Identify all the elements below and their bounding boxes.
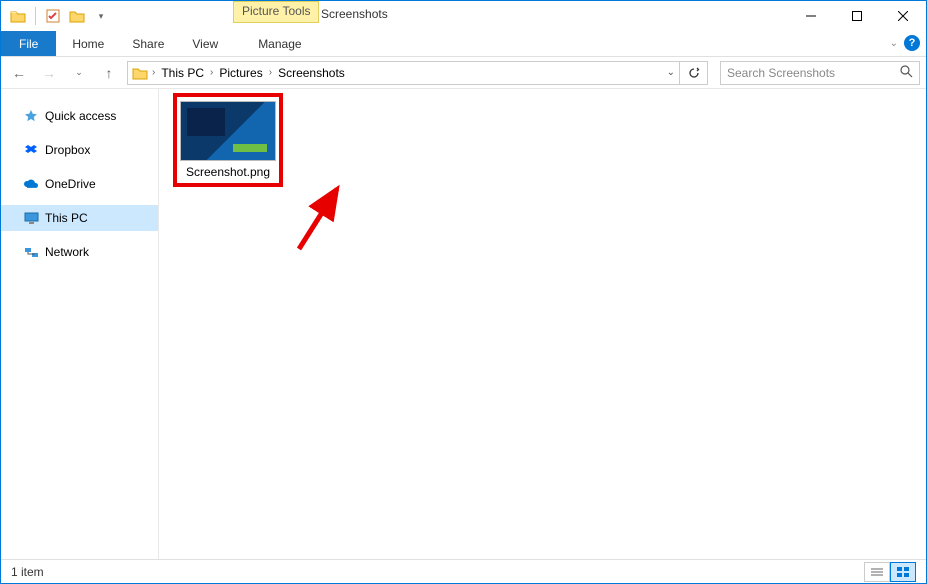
nav-dropbox[interactable]: Dropbox [1, 137, 158, 163]
details-view-button[interactable] [864, 562, 890, 582]
ribbon-collapse-icon[interactable]: ⌄ [890, 38, 898, 49]
nav-label: OneDrive [45, 177, 96, 191]
item-count: 1 item [11, 565, 44, 579]
context-tools-label: Picture Tools [233, 1, 319, 23]
search-placeholder: Search Screenshots [727, 66, 835, 80]
quick-access-toolbar: ▾ [1, 5, 112, 27]
chevron-right-icon[interactable]: › [210, 67, 213, 78]
tab-share[interactable]: Share [118, 31, 178, 56]
properties-icon[interactable] [42, 5, 64, 27]
nav-onedrive[interactable]: OneDrive [1, 171, 158, 197]
breadcrumb-item[interactable]: Pictures [217, 66, 264, 80]
file-name: Screenshot.png [186, 165, 270, 179]
address-row: ← → ⌄ ↑ › This PC › Pictures › Screensho… [1, 57, 926, 89]
chevron-right-icon[interactable]: › [152, 67, 155, 78]
address-bar[interactable]: › This PC › Pictures › Screenshots ⌄ [127, 61, 680, 85]
nav-label: This PC [45, 211, 88, 225]
main-area: Quick access Dropbox OneDrive This PC Ne… [1, 89, 926, 559]
star-icon [23, 108, 39, 124]
file-thumbnail [180, 101, 276, 161]
thumbnails-view-button[interactable] [890, 562, 916, 582]
onedrive-icon [23, 176, 39, 192]
breadcrumb-item[interactable]: This PC [159, 66, 206, 80]
network-icon [23, 244, 39, 260]
close-button[interactable] [880, 1, 926, 31]
title-bar: ▾ Picture Tools Screenshots [1, 1, 926, 31]
recent-locations-icon[interactable]: ⌄ [67, 61, 91, 85]
forward-button[interactable]: → [37, 61, 61, 85]
minimize-button[interactable] [788, 1, 834, 31]
dropbox-icon [23, 142, 39, 158]
nav-network[interactable]: Network [1, 239, 158, 265]
maximize-button[interactable] [834, 1, 880, 31]
new-folder-icon[interactable] [66, 5, 88, 27]
address-dropdown-icon[interactable]: ⌄ [667, 67, 675, 78]
breadcrumb-item[interactable]: Screenshots [276, 66, 347, 80]
annotation-arrow [289, 179, 349, 259]
tab-view[interactable]: View [178, 31, 232, 56]
status-bar: 1 item [1, 559, 926, 583]
tab-home[interactable]: Home [58, 31, 118, 56]
file-list[interactable]: Screenshot.png [159, 89, 926, 559]
computer-icon [23, 210, 39, 226]
chevron-right-icon[interactable]: › [269, 67, 272, 78]
file-item[interactable]: Screenshot.png [173, 93, 283, 187]
navigation-pane: Quick access Dropbox OneDrive This PC Ne… [1, 89, 159, 559]
search-input[interactable]: Search Screenshots [720, 61, 920, 85]
qat-dropdown-icon[interactable]: ▾ [90, 5, 112, 27]
folder-icon [7, 5, 29, 27]
file-tab[interactable]: File [1, 31, 56, 56]
refresh-button[interactable] [680, 61, 708, 85]
help-icon[interactable]: ? [904, 35, 920, 51]
window-title: Screenshots [321, 7, 388, 21]
up-button[interactable]: ↑ [97, 61, 121, 85]
ribbon-tabs: File Home Share View Manage ⌄ ? [1, 31, 926, 57]
nav-label: Quick access [45, 109, 116, 123]
nav-quick-access[interactable]: Quick access [1, 103, 158, 129]
folder-icon [132, 66, 148, 80]
window-controls [788, 1, 926, 31]
separator [35, 7, 36, 25]
nav-label: Network [45, 245, 89, 259]
tab-manage[interactable]: Manage [244, 31, 315, 56]
search-icon[interactable] [900, 65, 913, 81]
nav-label: Dropbox [45, 143, 90, 157]
back-button[interactable]: ← [7, 61, 31, 85]
nav-this-pc[interactable]: This PC [1, 205, 158, 231]
